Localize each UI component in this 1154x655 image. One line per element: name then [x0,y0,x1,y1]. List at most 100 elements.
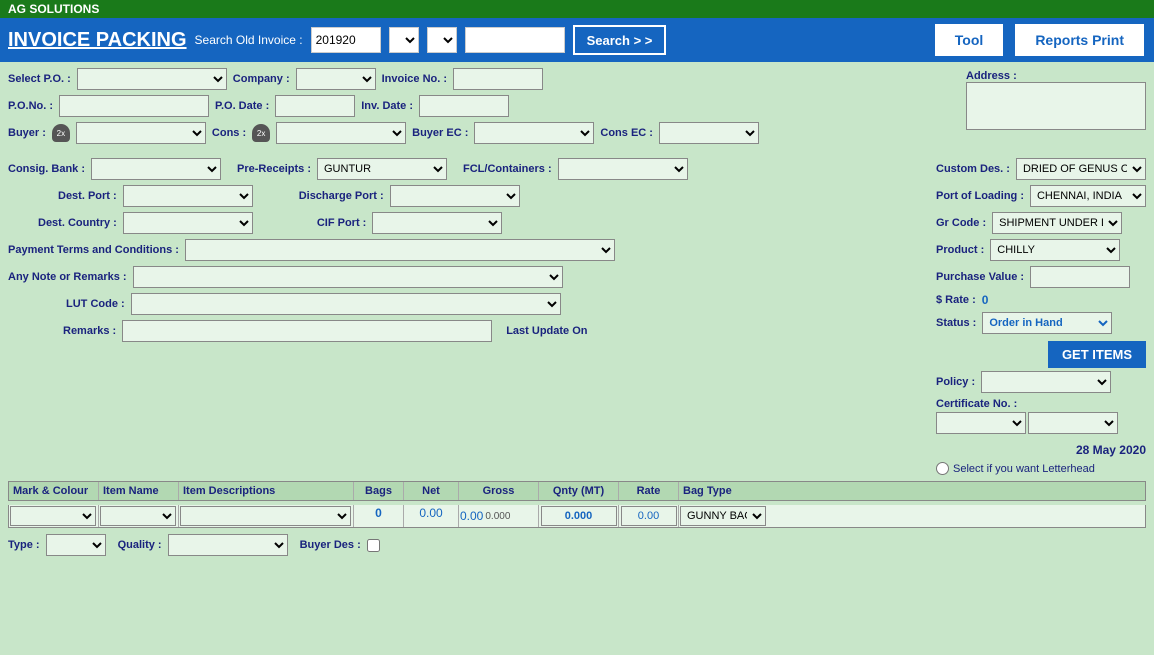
col-header-bagtype: Bag Type [679,482,769,500]
fcl-containers-dropdown[interactable] [558,158,688,180]
search-invoice-text[interactable] [465,27,565,53]
row-net: 0.00 [419,506,442,520]
letterhead-label: Select if you want Letterhead [953,463,1095,475]
cif-port-dropdown[interactable] [372,212,502,234]
certificate-no-select2[interactable] [1028,412,1118,434]
certificate-no-select1[interactable] [936,412,1026,434]
s-rate-label: $ Rate : [936,294,976,306]
lut-code-dropdown[interactable] [131,293,561,315]
certificate-no-label: Certificate No. : [936,398,1017,410]
buyer-ec-label: Buyer EC : [412,127,468,139]
type-dropdown[interactable] [46,534,106,556]
po-date-input[interactable] [275,95,355,117]
cons-label: Cons : [212,127,246,139]
right-panel: Custom Des. : DRIED OF GENUS CAPSICUM Po… [936,158,1146,475]
po-no-input[interactable] [59,95,209,117]
col-header-rate: Rate [619,482,679,500]
buyer-dropdown[interactable] [76,122,206,144]
any-note-label: Any Note or Remarks : [8,271,127,283]
product-label: Product : [936,244,984,256]
col-header-mark: Mark & Colour [9,482,99,500]
letterhead-radio[interactable] [936,462,949,475]
row-mark-select[interactable] [10,506,96,526]
col-header-bags: Bags [354,482,404,500]
quality-label: Quality : [118,539,162,551]
date-display: 28 May 2020 [1076,443,1146,457]
col-header-gross: Gross [459,482,539,500]
col-header-qnty: Qnty (MT) [539,482,619,500]
col-header-item: Item Name [99,482,179,500]
row-item-select[interactable] [100,506,176,526]
cons-ec-label: Cons EC : [600,127,653,139]
type-label: Type : [8,539,40,551]
header-row: INVOICE PACKING Search Old Invoice : Sea… [0,18,1154,62]
row-bagtype-select[interactable]: GUNNY BAGS [680,506,766,526]
page-title: INVOICE PACKING [8,29,187,52]
table-row: 0 0.00 0.00 0.000 GUNNY BAGS [8,505,1146,528]
col-header-desc: Item Descriptions [179,482,354,500]
get-items-button[interactable]: GET ITEMS [1048,341,1146,368]
cons-mouse-icon: 2x [252,124,270,142]
po-no-label: P.O.No. : [8,100,53,112]
main-content: Select P.O. : Company : Invoice No. : P.… [0,62,1154,564]
table-header: Mark & Colour Item Name Item Description… [8,481,1146,501]
port-loading-label: Port of Loading : [936,190,1024,202]
gr-code-label: Gr Code : [936,217,986,229]
row-qnty-input[interactable] [541,506,617,526]
s-rate-value: 0 [982,293,989,307]
gr-code-dropdown[interactable]: SHIPMENT UNDER DUTY DRAW [992,212,1122,234]
remarks-input[interactable] [122,320,492,342]
consig-bank-dropdown[interactable] [91,158,221,180]
search-old-invoice-label: Search Old Invoice : [195,33,303,47]
buyer-label: Buyer : [8,127,46,139]
port-loading-dropdown[interactable]: CHENNAI, INDIA [1030,185,1146,207]
address-textarea[interactable] [966,82,1146,130]
dest-country-dropdown[interactable] [123,212,253,234]
address-label: Address : [966,70,1017,82]
po-date-label: P.O. Date : [215,100,269,112]
pre-receipts-label: Pre-Receipts : [237,163,311,175]
top-bar: AG SOLUTIONS [0,0,1154,18]
any-note-dropdown[interactable] [133,266,563,288]
inv-date-input[interactable] [419,95,509,117]
reports-print-button[interactable]: Reports Print [1013,22,1146,58]
search-invoice-select1[interactable] [389,27,419,53]
row-gross2: 0.000 [485,511,510,522]
discharge-port-dropdown[interactable] [390,185,520,207]
row-desc-select[interactable] [180,506,351,526]
inv-date-label: Inv. Date : [361,100,413,112]
policy-dropdown[interactable] [981,371,1111,393]
search-button[interactable]: Search > > [573,25,667,55]
payment-terms-dropdown[interactable] [185,239,615,261]
dest-port-label: Dest. Port : [58,190,117,202]
buyer-des-checkbox[interactable] [367,539,380,552]
invoice-no-input[interactable] [453,68,543,90]
company-dropdown[interactable] [296,68,376,90]
payment-terms-label: Payment Terms and Conditions : [8,244,179,256]
quality-dropdown[interactable] [168,534,288,556]
search-invoice-select2[interactable] [427,27,457,53]
col-header-net: Net [404,482,459,500]
tool-button[interactable]: Tool [933,22,1006,58]
select-po-label: Select P.O. : [8,73,71,85]
pre-receipts-dropdown[interactable]: GUNTUR [317,158,447,180]
row-bags: 0 [375,506,382,520]
discharge-port-label: Discharge Port : [299,190,384,202]
buyer-mouse-icon: 2x [52,124,70,142]
dest-country-label: Dest. Country : [38,217,117,229]
custom-des-dropdown[interactable]: DRIED OF GENUS CAPSICUM [1016,158,1146,180]
select-po-dropdown[interactable] [77,68,227,90]
status-dropdown[interactable]: Order in Hand [982,312,1112,334]
dest-port-dropdown[interactable] [123,185,253,207]
product-dropdown[interactable]: CHILLY [990,239,1120,261]
cons-dropdown[interactable] [276,122,406,144]
consig-bank-label: Consig. Bank : [8,163,85,175]
row-rate-input[interactable] [621,506,677,526]
cons-ec-dropdown[interactable] [659,122,759,144]
custom-des-label: Custom Des. : [936,163,1010,175]
purchase-value-input[interactable] [1030,266,1130,288]
buyer-ec-dropdown[interactable] [474,122,594,144]
company-label: Company : [233,73,290,85]
search-old-invoice-input[interactable] [311,27,381,53]
lut-code-label: LUT Code : [66,298,125,310]
